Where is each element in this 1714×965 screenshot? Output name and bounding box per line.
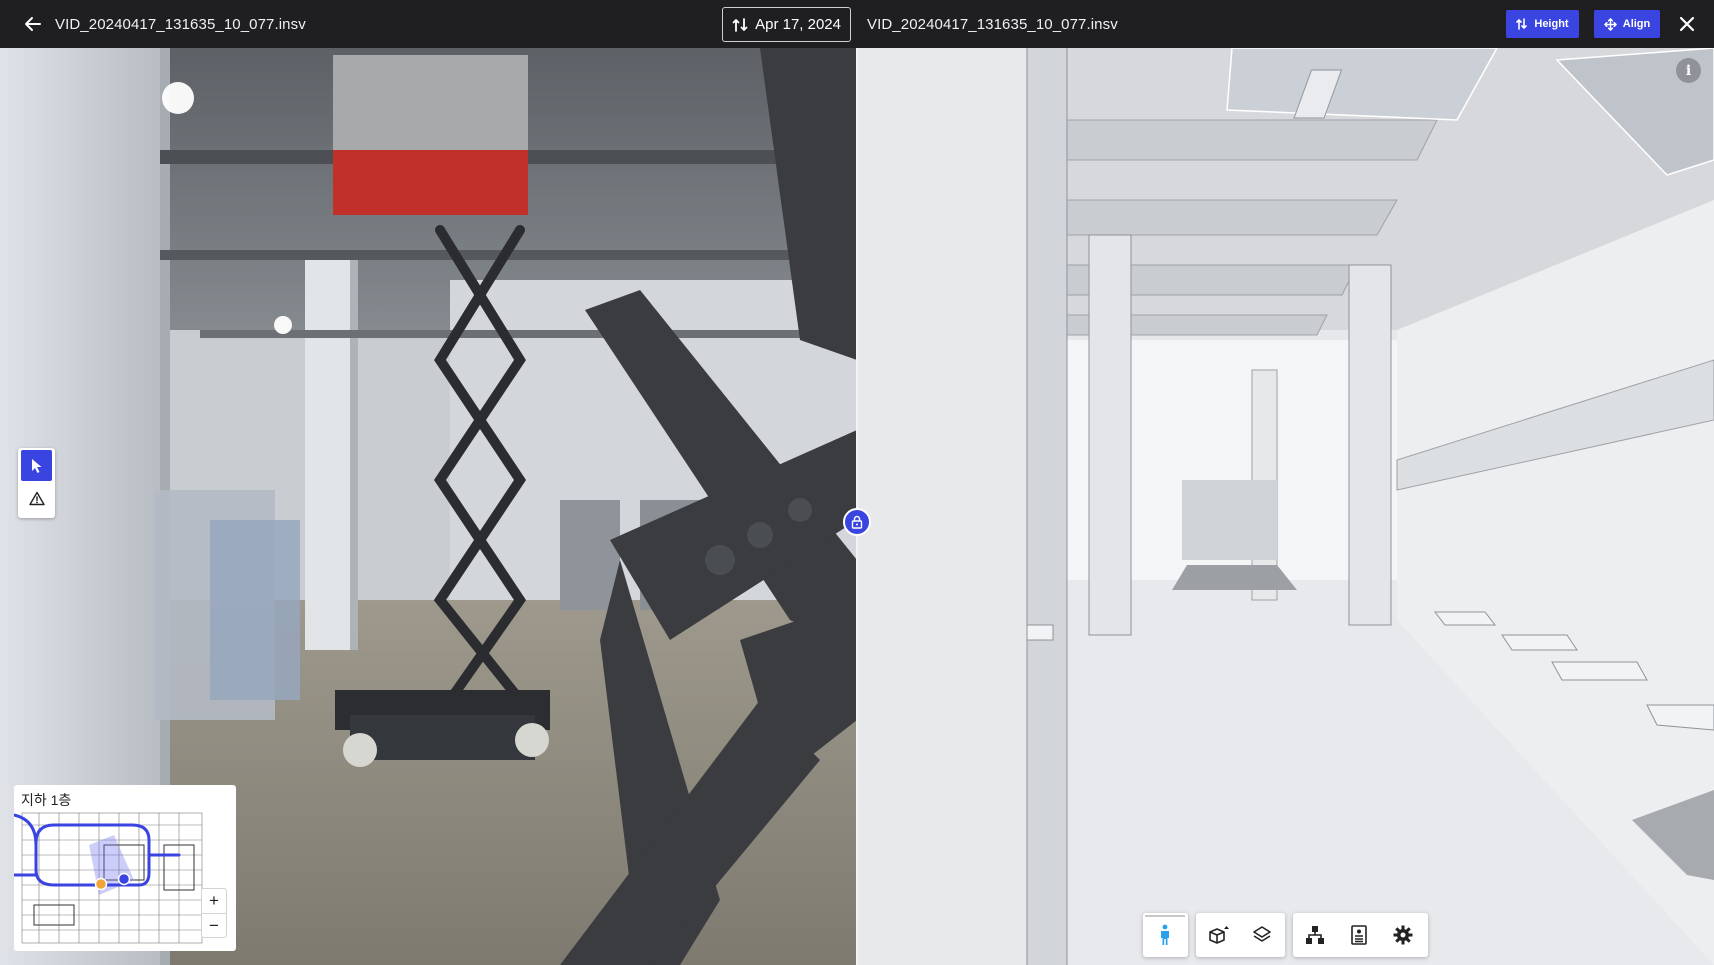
- warning-icon: [28, 491, 45, 506]
- bim-model-render: [857, 47, 1714, 965]
- settings-icon: [1393, 925, 1413, 945]
- model-tree-button[interactable]: [1293, 913, 1337, 957]
- left-topbar: VID_20240417_131635_10_077.insv Apr 17, …: [0, 0, 857, 48]
- capture-date-label: Apr 17, 2024: [755, 16, 841, 33]
- section-box-icon: [1209, 926, 1229, 944]
- back-button[interactable]: [15, 6, 51, 42]
- height-icon: [1516, 18, 1528, 30]
- properties-button[interactable]: [1337, 913, 1381, 957]
- layers-icon: [1253, 926, 1271, 942]
- right-topbar: VID_20240417_131635_10_077.insv Height A…: [857, 0, 1714, 48]
- capture-date-button[interactable]: Apr 17, 2024: [722, 7, 851, 42]
- left-file-name: VID_20240417_131635_10_077.insv: [55, 15, 306, 33]
- compare-dates-icon: [732, 17, 748, 32]
- tool-palette: [18, 448, 55, 518]
- bim-model-viewer[interactable]: i: [857, 0, 1714, 965]
- select-tool-button[interactable]: [21, 450, 52, 481]
- align-button[interactable]: Align: [1594, 10, 1660, 38]
- right-file-name: VID_20240417_131635_10_077.insv: [867, 15, 1118, 33]
- move-icon: [1603, 17, 1617, 31]
- section-box-button[interactable]: [1196, 913, 1240, 957]
- issue-tool-button[interactable]: [21, 483, 52, 514]
- floor-minimap[interactable]: 지하 1층 + −: [14, 785, 236, 951]
- hierarchy-icon: [1306, 926, 1324, 944]
- close-button[interactable]: [1673, 10, 1701, 38]
- layers-button[interactable]: [1240, 913, 1284, 957]
- arrow-left-icon: [25, 17, 41, 31]
- properties-icon: [1351, 925, 1367, 945]
- sync-lock-button[interactable]: [843, 508, 871, 536]
- lock-icon: [851, 515, 863, 529]
- align-button-label: Align: [1622, 18, 1651, 30]
- height-button-label: Height: [1534, 18, 1569, 30]
- height-button[interactable]: Height: [1506, 10, 1579, 38]
- zoom-in-button[interactable]: +: [202, 889, 226, 913]
- split-divider[interactable]: [856, 0, 858, 965]
- close-icon: [1679, 16, 1695, 32]
- cursor-icon: [31, 458, 41, 473]
- view-tools-group: [1293, 913, 1428, 957]
- person-icon: [1161, 924, 1169, 945]
- walk-mode-button[interactable]: [1143, 913, 1187, 957]
- zoom-out-button[interactable]: −: [202, 913, 226, 937]
- info-button[interactable]: i: [1676, 58, 1701, 83]
- minimap-zoom-control: + −: [201, 888, 227, 938]
- walk-mode-group: [1143, 913, 1188, 957]
- settings-button[interactable]: [1381, 913, 1425, 957]
- model-tools-group: [1196, 913, 1285, 957]
